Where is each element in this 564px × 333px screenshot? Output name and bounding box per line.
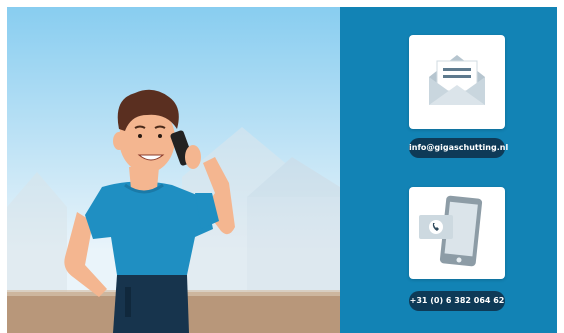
phone-card[interactable] [409,187,505,279]
contact-section: info@gigaschutting.nl +31 (0) 6 382 064 … [0,0,564,333]
smartphone-call-icon [419,195,483,267]
envelope-icon [429,55,485,105]
illustration-svg [7,7,340,333]
contact-panel: info@gigaschutting.nl +31 (0) 6 382 064 … [340,7,557,333]
email-card[interactable] [409,35,505,129]
phone-link[interactable]: +31 (0) 6 382 064 62 [409,291,505,311]
email-link[interactable]: info@gigaschutting.nl [409,138,508,158]
man-on-phone-illustration [7,7,340,333]
